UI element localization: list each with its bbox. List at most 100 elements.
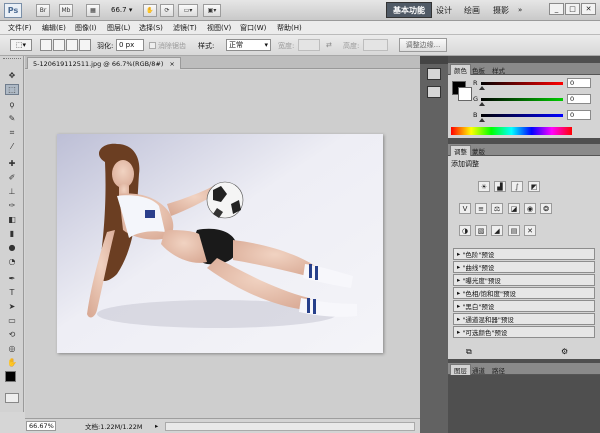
vibrance-icon[interactable]: V: [459, 203, 471, 214]
selective-color-icon[interactable]: ✕: [524, 225, 536, 236]
workspace-essentials[interactable]: 基本功能: [386, 2, 432, 18]
preset-curves[interactable]: ▸ "曲线"预设: [453, 261, 595, 273]
eraser-tool-icon[interactable]: ◧: [5, 214, 19, 225]
green-slider[interactable]: [481, 98, 563, 101]
background-color-swatch[interactable]: [458, 87, 472, 101]
history-brush-tool-icon[interactable]: ✑: [5, 200, 19, 211]
workspace-photography[interactable]: 摄影: [487, 2, 515, 18]
workspace-more-icon[interactable]: »: [518, 6, 522, 14]
menu-layer[interactable]: 图层(L): [107, 23, 130, 33]
tab-paths[interactable]: 路径: [489, 364, 508, 375]
workspace-design[interactable]: 设计: [430, 2, 458, 18]
menu-image[interactable]: 图像(I): [75, 23, 97, 33]
brush-tool-icon[interactable]: ✐: [5, 172, 19, 183]
tab-layers[interactable]: 图层: [450, 364, 471, 375]
minimize-button[interactable]: _: [549, 3, 564, 15]
subtract-selection-icon[interactable]: [66, 39, 78, 51]
antialias-checkbox[interactable]: [149, 42, 156, 49]
style-select[interactable]: 正常 ▾: [226, 39, 271, 51]
menu-select[interactable]: 选择(S): [139, 23, 163, 33]
red-slider[interactable]: [481, 82, 563, 85]
bridge-icon[interactable]: Br: [36, 4, 50, 17]
3d-orbit-tool-icon[interactable]: ◎: [5, 343, 19, 354]
red-slider-knob[interactable]: [479, 86, 485, 90]
extras-icon[interactable]: ▦: [86, 4, 100, 17]
close-tab-icon[interactable]: ×: [169, 60, 174, 68]
close-button[interactable]: ✕: [581, 3, 596, 15]
green-value-input[interactable]: 0: [567, 94, 591, 104]
marquee-tool-icon[interactable]: ⬚: [5, 84, 19, 95]
menu-edit[interactable]: 编辑(E): [42, 23, 66, 33]
invert-icon[interactable]: ◑: [459, 225, 471, 236]
swap-dimensions-icon[interactable]: ⇄: [326, 41, 332, 49]
blue-slider-knob[interactable]: [479, 118, 485, 122]
blur-tool-icon[interactable]: ●: [5, 242, 19, 253]
preset-black-white[interactable]: ▸ "黑白"预设: [453, 300, 595, 312]
dodge-tool-icon[interactable]: ◔: [5, 256, 19, 267]
foreground-color-swatch[interactable]: [5, 371, 16, 382]
arrange-documents-icon[interactable]: ▭▾: [178, 4, 198, 17]
menu-window[interactable]: 窗口(W): [240, 23, 266, 33]
zoom-level-dropdown[interactable]: 66.7 ▾: [111, 6, 132, 14]
curves-icon[interactable]: ∫: [511, 181, 523, 192]
clip-to-layer-icon[interactable]: ⧉: [466, 347, 472, 357]
screen-mode-icon[interactable]: ▣▾: [203, 4, 221, 17]
hue-saturation-icon[interactable]: ≡: [475, 203, 487, 214]
workspace-painting[interactable]: 绘画: [458, 2, 486, 18]
tab-adjustments[interactable]: 调整: [450, 145, 471, 156]
tab-masks[interactable]: 蒙版: [469, 145, 488, 156]
channel-mixer-icon[interactable]: ❂: [540, 203, 552, 214]
history-panel-icon[interactable]: [427, 68, 441, 80]
tab-color[interactable]: 颜色: [450, 64, 471, 75]
menu-filter[interactable]: 滤镜(T): [173, 23, 197, 33]
menu-view[interactable]: 视图(V): [207, 23, 231, 33]
document-image[interactable]: [57, 134, 383, 353]
shape-tool-icon[interactable]: ▭: [5, 315, 19, 326]
horizontal-scrollbar[interactable]: [165, 422, 415, 431]
crop-tool-icon[interactable]: ⌗: [5, 127, 19, 138]
maximize-button[interactable]: □: [565, 3, 580, 15]
move-tool-icon[interactable]: ✥: [5, 70, 19, 81]
exposure-icon[interactable]: ◩: [528, 181, 540, 192]
hand-tool-icon[interactable]: ✋: [5, 357, 19, 368]
preset-exposure[interactable]: ▸ "曝光度"预设: [453, 274, 595, 286]
blue-value-input[interactable]: 0: [567, 110, 591, 120]
threshold-icon[interactable]: ◢: [491, 225, 503, 236]
preset-hue-saturation[interactable]: ▸ "色相/饱和度"预设: [453, 287, 595, 299]
path-selection-tool-icon[interactable]: ➤: [5, 301, 19, 312]
width-input[interactable]: [298, 39, 320, 51]
tool-preset-icon[interactable]: ⬚▾: [10, 39, 32, 51]
color-spectrum-bar[interactable]: [451, 127, 572, 135]
mini-bridge-icon[interactable]: Mb: [59, 4, 73, 17]
pen-tool-icon[interactable]: ✒: [5, 273, 19, 284]
refine-edge-button[interactable]: 调整边缘...: [399, 38, 447, 52]
preset-channel-mixer[interactable]: ▸ "通道混和器"预设: [453, 313, 595, 325]
tab-channels[interactable]: 通道: [469, 364, 488, 375]
add-selection-icon[interactable]: [53, 39, 65, 51]
new-selection-icon[interactable]: [40, 39, 52, 51]
blue-slider[interactable]: [481, 114, 563, 117]
height-input[interactable]: [363, 39, 388, 51]
preset-levels[interactable]: ▸ "色阶"预设: [453, 248, 595, 260]
menu-file[interactable]: 文件(F): [8, 23, 32, 33]
panel-grip[interactable]: [3, 58, 21, 62]
preset-selective-color[interactable]: ▸ "可选颜色"预设: [453, 326, 595, 338]
gradient-tool-icon[interactable]: ▮: [5, 228, 19, 239]
green-slider-knob[interactable]: [479, 102, 485, 106]
intersect-selection-icon[interactable]: [79, 39, 91, 51]
gradient-map-icon[interactable]: ▤: [508, 225, 520, 236]
quick-mask-icon[interactable]: [5, 393, 19, 403]
eyedropper-tool-icon[interactable]: ⁄: [5, 141, 19, 152]
lasso-tool-icon[interactable]: ϙ: [5, 99, 19, 110]
status-menu-arrow-icon[interactable]: ▸: [155, 421, 158, 431]
dock-header[interactable]: [420, 56, 448, 64]
document-tab[interactable]: 5-120619112511.jpg @ 66.7%(RGB/8#) ×: [27, 57, 181, 69]
black-white-icon[interactable]: ◪: [508, 203, 520, 214]
posterize-icon[interactable]: ▧: [475, 225, 487, 236]
tab-swatches[interactable]: 色板: [469, 64, 488, 75]
healing-brush-tool-icon[interactable]: ✚: [5, 158, 19, 169]
rotate-view-icon[interactable]: ⟳: [160, 4, 174, 17]
brightness-contrast-icon[interactable]: ☀: [478, 181, 490, 192]
panel-options-icon[interactable]: ⚙: [561, 347, 568, 356]
properties-panel-icon[interactable]: [427, 86, 441, 98]
